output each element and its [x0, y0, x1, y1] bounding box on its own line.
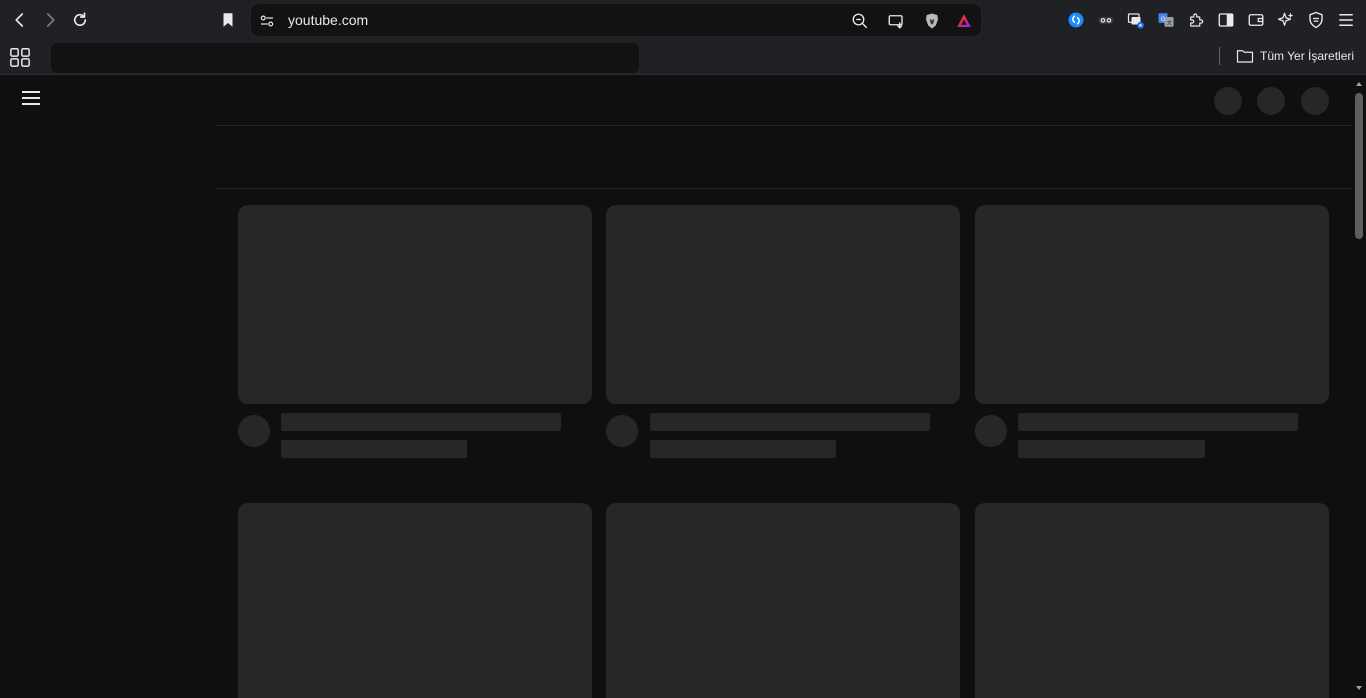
video-thumbnail-placeholder	[238, 503, 592, 698]
browser-toolbar: youtube.com G文	[0, 0, 1366, 40]
header-placeholder-circle	[1301, 87, 1329, 115]
window-extension-button[interactable]	[1125, 9, 1147, 31]
channel-avatar-placeholder	[238, 415, 270, 447]
translate-icon: G文	[1158, 13, 1174, 27]
channel-avatar-placeholder	[606, 415, 638, 447]
multi-window-icon	[1127, 13, 1144, 29]
puzzle-piece-icon	[1190, 13, 1204, 27]
brave-rewards-button[interactable]	[954, 11, 974, 31]
video-meta-placeholder	[281, 440, 467, 458]
bookmark-icon	[223, 13, 233, 27]
zoom-button[interactable]	[850, 11, 870, 31]
eyes-extension-icon	[1098, 17, 1114, 24]
channel-avatar-placeholder	[975, 415, 1007, 447]
all-bookmarks-folder[interactable]: Tüm Yer İşaretleri	[1236, 46, 1354, 66]
chips-divider	[216, 188, 1352, 189]
forward-arrow-icon	[46, 13, 55, 27]
video-title-placeholder	[650, 413, 930, 431]
video-thumbnail-placeholder	[975, 205, 1329, 404]
sparkle-icon	[1277, 12, 1294, 26]
translate-extension-button[interactable]: G文	[1155, 9, 1177, 31]
apps-grid-icon[interactable]	[9, 46, 31, 68]
shazam-icon	[1068, 12, 1084, 28]
site-settings-button[interactable]	[257, 11, 277, 31]
browser-menu-button[interactable]	[1335, 9, 1357, 31]
sidebar-icon	[1218, 13, 1234, 27]
brave-shield-icon	[926, 13, 938, 29]
bookmarks-bar: Tüm Yer İşaretleri	[0, 40, 1366, 75]
scrollbar-thumb[interactable]	[1355, 93, 1363, 239]
wallet-icon	[1248, 14, 1264, 26]
vpn-shield-icon	[1309, 11, 1323, 29]
header-placeholder-circle	[1257, 87, 1285, 115]
scroll-down-arrow-icon[interactable]	[1355, 684, 1363, 692]
extensions-button[interactable]	[1185, 9, 1207, 31]
reload-button[interactable]	[68, 8, 92, 32]
video-thumbnail-placeholder	[606, 503, 960, 698]
youtube-page	[0, 75, 1352, 698]
url-text[interactable]: youtube.com	[288, 12, 368, 28]
leo-ai-button[interactable]	[1275, 9, 1297, 31]
bookmarks-separator	[1219, 47, 1220, 65]
bookmark-button[interactable]	[216, 8, 240, 32]
video-thumbnail-placeholder	[238, 205, 592, 404]
address-bar[interactable]: youtube.com	[251, 4, 981, 36]
forward-button[interactable]	[38, 8, 62, 32]
header-divider	[216, 125, 1352, 126]
hamburger-menu-icon	[1339, 14, 1353, 26]
header-placeholder-circle	[1214, 87, 1242, 115]
video-meta-placeholder	[650, 440, 836, 458]
menu-line	[22, 97, 40, 99]
cast-icon	[888, 15, 903, 29]
tampermonkey-extension-button[interactable]	[1095, 9, 1117, 31]
site-settings-icon	[260, 15, 274, 27]
reload-icon	[73, 12, 87, 27]
cast-button[interactable]	[886, 11, 906, 31]
video-thumbnail-placeholder	[975, 503, 1329, 698]
vpn-button[interactable]	[1305, 9, 1327, 31]
menu-line	[22, 91, 40, 93]
back-button[interactable]	[8, 8, 32, 32]
video-thumbnail-placeholder	[606, 205, 960, 404]
all-bookmarks-label: Tüm Yer İşaretleri	[1260, 49, 1355, 63]
shazam-extension-button[interactable]	[1065, 9, 1087, 31]
svg-text:G: G	[1161, 17, 1166, 23]
brave-rewards-icon	[957, 14, 971, 27]
video-title-placeholder	[1018, 413, 1298, 431]
video-title-placeholder	[281, 413, 561, 431]
brave-shield-button[interactable]	[922, 11, 942, 31]
menu-line	[22, 103, 40, 105]
video-meta-placeholder	[1018, 440, 1205, 458]
wallet-button[interactable]	[1245, 9, 1267, 31]
sidebar-toggle-button[interactable]	[1215, 9, 1237, 31]
back-arrow-icon	[15, 13, 24, 27]
guide-menu-button[interactable]	[22, 91, 42, 109]
scroll-up-arrow-icon[interactable]	[1355, 80, 1363, 88]
zoom-out-icon	[852, 13, 868, 29]
folder-icon	[1236, 50, 1254, 63]
bookmarks-search-field[interactable]	[51, 43, 639, 73]
page-scrollbar[interactable]	[1352, 75, 1366, 698]
